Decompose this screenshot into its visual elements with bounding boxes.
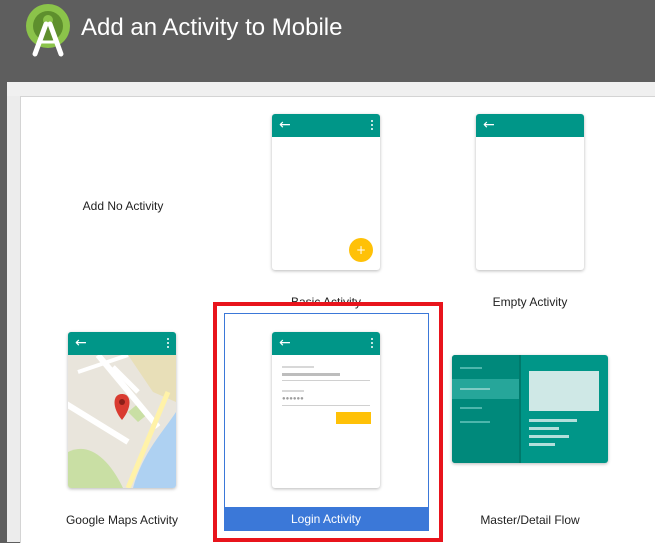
fab-icon: +	[349, 238, 373, 262]
window-left-edge	[0, 82, 7, 542]
map-illustration	[68, 332, 176, 488]
master-item-line	[460, 388, 490, 390]
template-label: Empty Activity	[492, 295, 568, 309]
window-title: Add an Activity to Mobile	[81, 14, 343, 41]
template-tile-master-detail[interactable]: Master/Detail Flow	[444, 328, 616, 533]
master-pane-divider	[519, 355, 521, 463]
template-label: Google Maps Activity	[65, 513, 179, 527]
window-left-border	[7, 82, 20, 542]
app-bar: ←	[68, 332, 176, 355]
master-item-line	[460, 421, 490, 423]
empty-activity-preview-icon: ←	[476, 114, 584, 270]
app-bar: ←	[476, 114, 584, 137]
basic-activity-preview-icon: ← +	[272, 114, 380, 270]
back-arrow-icon: ←	[75, 335, 87, 351]
template-tile-basic-activity[interactable]: ← + Basic Activity	[240, 110, 412, 310]
detail-line	[529, 435, 569, 438]
google-maps-preview-icon: ←	[68, 332, 176, 488]
back-arrow-icon: ←	[483, 117, 495, 133]
overflow-menu-icon	[371, 120, 374, 132]
master-item-line	[460, 407, 482, 409]
detail-line	[529, 419, 577, 422]
content-top-strip	[7, 82, 655, 96]
template-tile-empty-activity[interactable]: ← Empty Activity	[444, 110, 616, 310]
master-item-line	[460, 367, 482, 369]
master-pane	[452, 355, 519, 463]
template-tile-no-activity[interactable]: Add No Activity	[40, 110, 206, 310]
detail-image	[529, 371, 599, 411]
app-bar: ←	[272, 114, 380, 137]
master-detail-preview-icon	[452, 355, 608, 463]
detail-line	[529, 427, 559, 430]
overflow-menu-icon	[167, 338, 170, 350]
highlight-frame	[213, 302, 443, 542]
template-label: Master/Detail Flow	[480, 513, 580, 527]
detail-line	[529, 443, 555, 446]
template-tile-google-maps[interactable]: ← Google Maps Activity	[36, 328, 208, 533]
back-arrow-icon: ←	[279, 117, 291, 133]
android-studio-logo-icon	[26, 4, 70, 57]
wizard-header: Add an Activity to Mobile	[0, 0, 655, 82]
template-label: Add No Activity	[82, 199, 164, 213]
